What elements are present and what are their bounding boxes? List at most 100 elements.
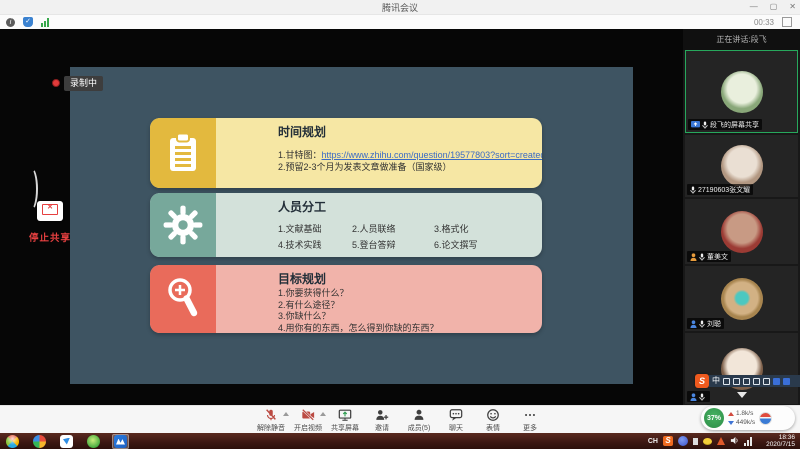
window-titlebar: 腾讯会议 — ▢ ✕ <box>0 0 800 15</box>
card-body: 时间规划1.甘特图：https://www.zhihu.com/question… <box>216 118 542 188</box>
toolbar-label: 共享屏幕 <box>331 423 359 433</box>
card-grid-item: 4.技术实践 <box>278 238 352 251</box>
mini-white-icon[interactable] <box>693 438 698 445</box>
slide-link[interactable]: https://www.zhihu.com/question/19577803?… <box>322 150 542 160</box>
meeting-timer: 00:33 <box>754 18 774 27</box>
gear-icon <box>150 193 216 257</box>
participant-avatar <box>721 71 763 113</box>
person-blue-mini-icon <box>690 393 697 401</box>
app-bird[interactable] <box>58 434 75 449</box>
camera-off-icon <box>301 408 315 422</box>
participant-label: 27190603张文耀 <box>687 184 753 195</box>
app-pinwheel[interactable] <box>31 434 48 449</box>
volume-icon[interactable] <box>730 432 739 449</box>
upload-arrow-icon <box>728 412 734 416</box>
start-button[interactable] <box>4 434 21 449</box>
stop-share-label: 停止共享 <box>20 230 80 244</box>
share-screen-button[interactable]: 共享屏幕 <box>330 408 360 433</box>
taskbar-clock[interactable]: 18:36 2020/7/15 <box>757 434 797 448</box>
network-tray-icon[interactable] <box>744 437 752 446</box>
meeting-statusbar: i ✓ 00:33 <box>0 15 800 30</box>
gear-icon[interactable] <box>733 378 740 385</box>
sogou-tray-icon[interactable]: S <box>663 436 673 446</box>
mic-mini-icon <box>702 121 708 129</box>
clock-time: 18:36 <box>779 434 795 441</box>
app-safe[interactable] <box>85 434 102 449</box>
speed-ball-icon[interactable] <box>759 412 772 425</box>
participant-name: 董美文 <box>707 252 728 262</box>
lightning-icon[interactable] <box>723 378 730 385</box>
memory-percent-badge: 37% <box>704 408 724 428</box>
performance-widget[interactable]: 37% 1.8k/s 449k/s <box>701 406 795 430</box>
duck-icon[interactable] <box>703 438 712 445</box>
flame-icon[interactable] <box>717 437 725 445</box>
system-tray: CH S 18:36 2020/7/15 <box>648 432 800 449</box>
shared-slide: 时间规划1.甘特图：https://www.zhihu.com/question… <box>70 67 633 384</box>
ime-toolbar[interactable]: S 中 <box>695 374 800 388</box>
participant-tile[interactable]: 段飞的屏幕共享 <box>685 50 798 133</box>
speaking-banner: 正在讲话:段飞 <box>683 29 800 50</box>
toolbar-label: 开启视频 <box>294 423 322 433</box>
mic-icon[interactable] <box>743 378 750 385</box>
app-safe-icon <box>87 435 100 448</box>
members-button[interactable]: 成员(5) <box>404 408 434 433</box>
participant-avatar <box>721 278 763 320</box>
maximize-button[interactable]: ▢ <box>770 0 778 14</box>
participant-avatar <box>721 211 763 253</box>
screen: 腾讯会议 — ▢ ✕ i ✓ 00:33 时间规划1.甘特图：https://w… <box>0 0 800 449</box>
start-button-icon <box>6 435 19 448</box>
start-video-button[interactable]: 开启视频 <box>293 408 323 433</box>
collapse-sidebar-button[interactable] <box>737 392 747 398</box>
fullscreen-icon[interactable] <box>782 17 792 27</box>
card-grid-item: 1.文献基础 <box>278 222 352 235</box>
unmute-button[interactable]: 解除静音 <box>256 408 286 433</box>
toolbar-label: 解除静音 <box>257 423 285 433</box>
lang-indicator[interactable]: CH <box>648 438 658 445</box>
chat-button[interactable]: 聊天 <box>441 408 471 433</box>
participant-label: 董美文 <box>687 251 731 262</box>
chevron-up-icon[interactable] <box>320 412 326 416</box>
more-button[interactable]: 更多 <box>515 408 545 433</box>
sogou-icon[interactable]: S <box>695 374 709 388</box>
security-shield-icon[interactable]: ✓ <box>23 17 33 27</box>
minimize-button[interactable]: — <box>750 0 758 14</box>
toolbar-label: 邀请 <box>375 423 389 433</box>
person-icon[interactable] <box>773 378 780 385</box>
chat-icon <box>449 408 463 422</box>
participant-tile[interactable]: 董美文 <box>685 199 798 264</box>
participant-tile[interactable]: 刘聪 <box>685 266 798 331</box>
blue-circle-icon[interactable] <box>678 436 688 446</box>
window-title: 腾讯会议 <box>0 1 800 14</box>
card-list: 1.你要获得什么？2.有什么途径？3.你缺什么？4.用你有的东西，怎么得到你缺的… <box>278 288 542 333</box>
toolbar-label: 表情 <box>486 423 500 433</box>
participant-avatar <box>721 145 763 187</box>
app-bird-icon <box>60 435 73 448</box>
person-orange-mini-icon <box>690 253 697 261</box>
participant-tile[interactable]: 27190603张文耀 <box>685 135 798 197</box>
keyboard-icon[interactable] <box>753 378 760 385</box>
card-title: 时间规划 <box>278 123 542 140</box>
participant-name: 段飞的屏幕共享 <box>710 120 759 130</box>
participant-label <box>687 391 710 402</box>
toolbox-icon[interactable] <box>783 378 790 385</box>
invite-button[interactable]: 邀请 <box>367 408 397 433</box>
clipboard-icon <box>150 118 216 188</box>
mic-muted-icon <box>264 408 278 422</box>
emoji-button[interactable]: 表情 <box>478 408 508 433</box>
stop-share-button[interactable]: 停止共享 <box>20 201 80 244</box>
toolbar-label: 更多 <box>523 423 537 433</box>
card-title: 目标规划 <box>278 270 542 287</box>
close-button[interactable]: ✕ <box>789 0 796 14</box>
clipboard-icon[interactable] <box>763 378 770 385</box>
upload-speed: 1.8k/s <box>728 409 755 418</box>
card-body: 人员分工1.文献基础2.人员联络3.格式化4.技术实践5.登台答辩6.论文撰写 <box>216 193 542 257</box>
app-tencent-meeting[interactable] <box>112 434 129 449</box>
participant-label: 段飞的屏幕共享 <box>688 119 762 130</box>
mic-mini-icon <box>699 320 705 328</box>
meeting-info-icon[interactable]: i <box>6 18 15 27</box>
download-arrow-icon <box>728 421 734 425</box>
chinese-mode-icon[interactable]: 中 <box>712 376 720 386</box>
mic-mini-icon <box>699 393 705 401</box>
chevron-up-icon[interactable] <box>283 412 289 416</box>
card-list-item: 3.你缺什么？ <box>278 311 542 323</box>
